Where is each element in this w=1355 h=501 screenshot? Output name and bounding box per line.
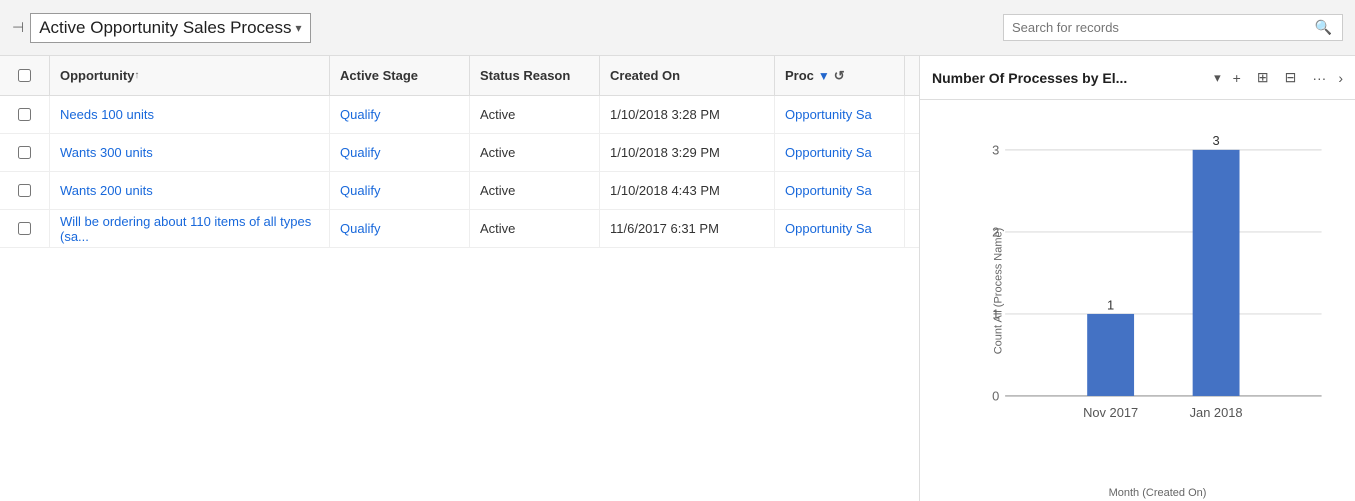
- pin-icon: ⊣: [12, 19, 24, 36]
- col-header-active-stage[interactable]: Active Stage: [330, 56, 470, 95]
- table-panel: Opportunity ↑ Active Stage Status Reason…: [0, 56, 920, 501]
- process-link[interactable]: Opportunity Sa: [785, 107, 872, 122]
- svg-text:3: 3: [1213, 133, 1220, 148]
- cell-status-reason: Active: [470, 210, 600, 247]
- chart-svg-wrapper: Count All (Process Name) 01231Nov 20173J…: [970, 110, 1345, 471]
- cell-process: Opportunity Sa: [775, 172, 905, 209]
- table-row: Needs 100 units Qualify Active 1/10/2018…: [0, 96, 919, 134]
- svg-text:0: 0: [992, 389, 999, 404]
- cell-active-stage: Qualify: [330, 134, 470, 171]
- cell-status-reason: Active: [470, 134, 600, 171]
- process-link[interactable]: Opportunity Sa: [785, 145, 872, 160]
- active-stage-link[interactable]: Qualify: [340, 145, 380, 160]
- search-button[interactable]: 🔍: [1313, 19, 1334, 36]
- created-on-value: 1/10/2018 3:28 PM: [610, 107, 720, 122]
- cell-opportunity: Will be ordering about 110 items of all …: [50, 210, 330, 247]
- page-title: Active Opportunity Sales Process: [39, 18, 291, 38]
- table-row: Wants 300 units Qualify Active 1/10/2018…: [0, 134, 919, 172]
- cell-active-stage: Qualify: [330, 210, 470, 247]
- opportunity-link[interactable]: Needs 100 units: [60, 107, 154, 122]
- y-axis-label: Count All (Process Name): [992, 227, 1004, 354]
- row-checkbox[interactable]: [0, 210, 50, 247]
- col-header-status-reason[interactable]: Status Reason: [470, 56, 600, 95]
- more-options-button[interactable]: ···: [1308, 68, 1330, 88]
- top-bar-right: 🔍: [1003, 14, 1343, 41]
- top-bar-left: ⊣ Active Opportunity Sales Process ▾: [12, 13, 311, 43]
- table-header: Opportunity ↑ Active Stage Status Reason…: [0, 56, 919, 96]
- select-all-checkbox-col: [0, 56, 50, 95]
- main-content: Opportunity ↑ Active Stage Status Reason…: [0, 56, 1355, 501]
- svg-text:3: 3: [992, 143, 999, 158]
- row-checkbox[interactable]: [0, 134, 50, 171]
- chart-title: Number Of Processes by El...: [932, 70, 1206, 86]
- col-label-opportunity: Opportunity: [60, 68, 134, 83]
- svg-text:Jan 2018: Jan 2018: [1190, 405, 1243, 420]
- col-label-process: Proc: [785, 68, 814, 83]
- cell-opportunity: Wants 200 units: [50, 172, 330, 209]
- col-header-process: Proc ▼ ↺: [775, 56, 905, 95]
- cell-process: Opportunity Sa: [775, 96, 905, 133]
- row-checkbox[interactable]: [0, 96, 50, 133]
- opportunity-link[interactable]: Wants 300 units: [60, 145, 153, 160]
- opportunity-link[interactable]: Will be ordering about 110 items of all …: [60, 214, 319, 244]
- top-bar: ⊣ Active Opportunity Sales Process ▾ 🔍: [0, 0, 1355, 56]
- status-reason-value: Active: [480, 221, 515, 236]
- cell-created-on: 1/10/2018 3:29 PM: [600, 134, 775, 171]
- chart-container: Count All (Process Name) 01231Nov 20173J…: [920, 100, 1355, 501]
- layout-button[interactable]: ⊞: [1253, 67, 1273, 88]
- col-header-created-on[interactable]: Created On: [600, 56, 775, 95]
- table-body: Needs 100 units Qualify Active 1/10/2018…: [0, 96, 919, 248]
- cell-active-stage: Qualify: [330, 172, 470, 209]
- table-row: Will be ordering about 110 items of all …: [0, 210, 919, 248]
- opportunity-link[interactable]: Wants 200 units: [60, 183, 153, 198]
- cell-opportunity: Wants 300 units: [50, 134, 330, 171]
- status-reason-value: Active: [480, 107, 515, 122]
- cell-created-on: 1/10/2018 3:28 PM: [600, 96, 775, 133]
- active-stage-link[interactable]: Qualify: [340, 107, 380, 122]
- search-box: 🔍: [1003, 14, 1343, 41]
- title-dropdown[interactable]: Active Opportunity Sales Process ▾: [30, 13, 310, 43]
- created-on-value: 11/6/2017 6:31 PM: [610, 221, 719, 236]
- active-stage-link[interactable]: Qualify: [340, 183, 380, 198]
- refresh-icon[interactable]: ↺: [834, 68, 845, 84]
- add-chart-button[interactable]: +: [1229, 68, 1245, 88]
- cell-opportunity: Needs 100 units: [50, 96, 330, 133]
- cell-created-on: 1/10/2018 4:43 PM: [600, 172, 775, 209]
- created-on-value: 1/10/2018 4:43 PM: [610, 183, 720, 198]
- status-reason-value: Active: [480, 183, 515, 198]
- process-link[interactable]: Opportunity Sa: [785, 221, 872, 236]
- col-header-opportunity[interactable]: Opportunity ↑: [50, 56, 330, 95]
- svg-text:Nov 2017: Nov 2017: [1083, 405, 1138, 420]
- chevron-down-icon[interactable]: ▾: [1214, 70, 1221, 86]
- chart-panel: Number Of Processes by El... ▾ + ⊞ ⊟ ···…: [920, 56, 1355, 501]
- save-icon: ⊟: [1285, 69, 1297, 85]
- chevron-down-icon: ▾: [295, 21, 301, 35]
- save-chart-button[interactable]: ⊟: [1281, 67, 1301, 88]
- filter-icon[interactable]: ▼: [818, 69, 830, 83]
- status-reason-value: Active: [480, 145, 515, 160]
- col-label-created-on: Created On: [610, 68, 680, 83]
- row-checkbox[interactable]: [0, 172, 50, 209]
- col-label-status-reason: Status Reason: [480, 68, 570, 83]
- chart-header: Number Of Processes by El... ▾ + ⊞ ⊟ ···…: [920, 56, 1355, 100]
- x-axis-label: Month (Created On): [1109, 487, 1207, 499]
- sort-asc-icon: ↑: [134, 70, 139, 81]
- table-row: Wants 200 units Qualify Active 1/10/2018…: [0, 172, 919, 210]
- svg-text:1: 1: [1107, 297, 1114, 312]
- cell-process: Opportunity Sa: [775, 134, 905, 171]
- expand-icon[interactable]: ›: [1338, 70, 1343, 86]
- cell-created-on: 11/6/2017 6:31 PM: [600, 210, 775, 247]
- col-label-active-stage: Active Stage: [340, 68, 418, 83]
- select-all-checkbox[interactable]: [18, 69, 31, 82]
- cell-status-reason: Active: [470, 96, 600, 133]
- cell-process: Opportunity Sa: [775, 210, 905, 247]
- cell-active-stage: Qualify: [330, 96, 470, 133]
- search-input[interactable]: [1012, 20, 1313, 35]
- cell-status-reason: Active: [470, 172, 600, 209]
- active-stage-link[interactable]: Qualify: [340, 221, 380, 236]
- created-on-value: 1/10/2018 3:29 PM: [610, 145, 720, 160]
- process-link[interactable]: Opportunity Sa: [785, 183, 872, 198]
- bar-chart: 01231Nov 20173Jan 2018: [970, 110, 1345, 471]
